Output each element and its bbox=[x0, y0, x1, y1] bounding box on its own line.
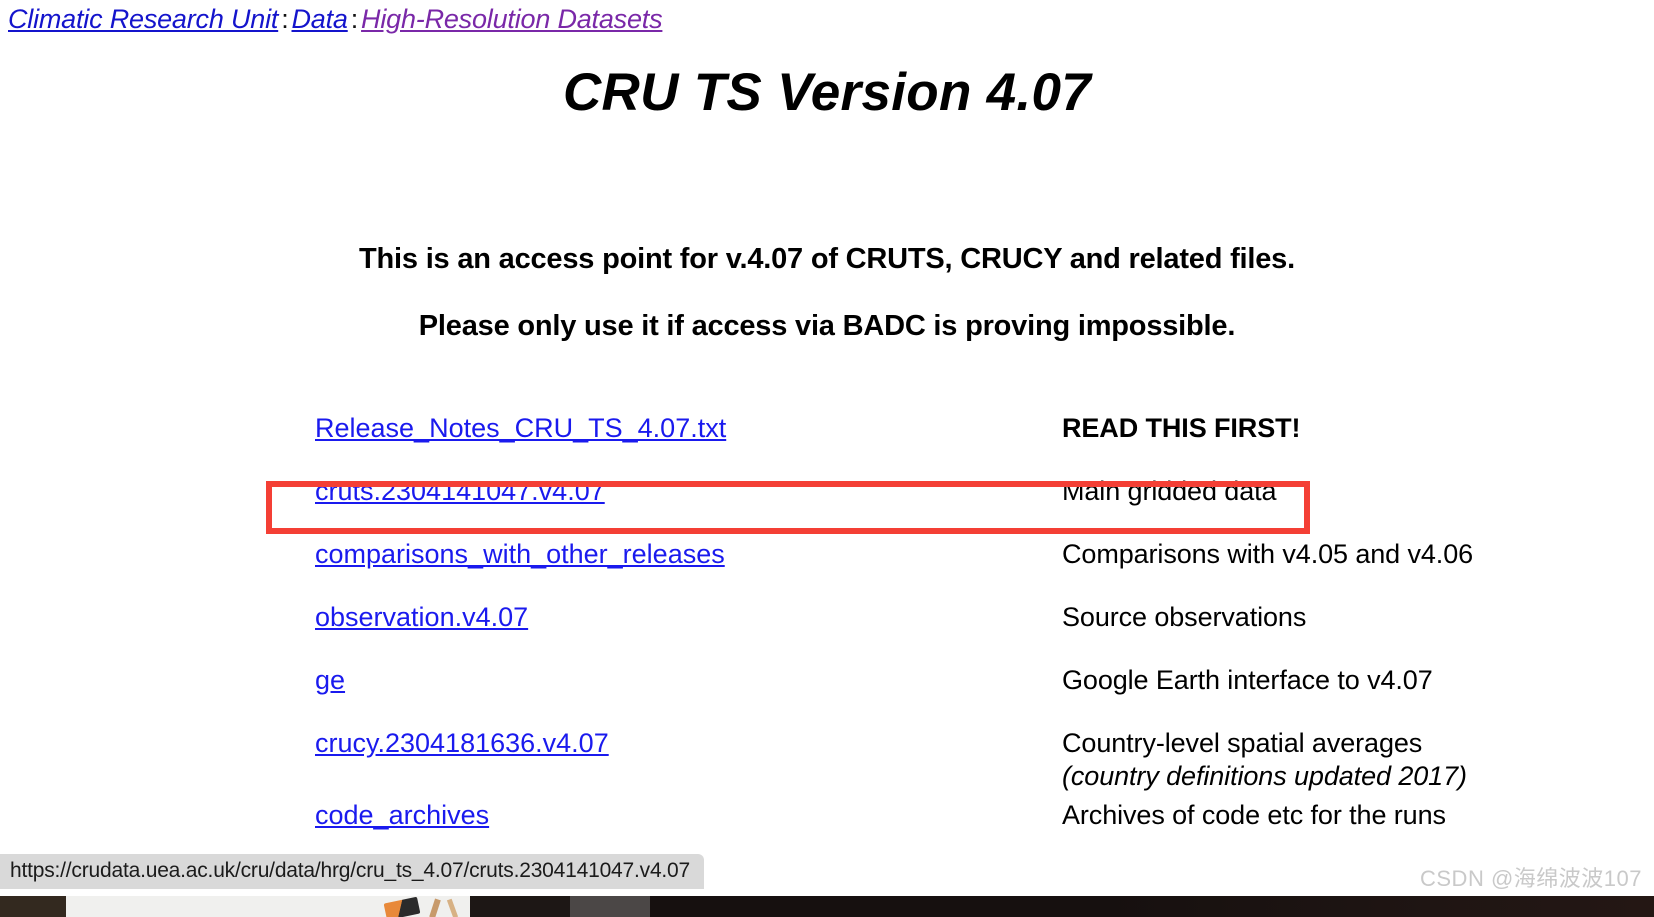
dataset-link-cell: code_archives bbox=[315, 800, 489, 831]
link-code-archives[interactable]: code_archives bbox=[315, 800, 489, 830]
taskbar-segment-gray[interactable] bbox=[570, 896, 650, 917]
dataset-link-cell: crucy.2304181636.v4.07 bbox=[315, 728, 609, 759]
dataset-link-table: Release_Notes_CRU_TS_4.07.txt READ THIS … bbox=[0, 413, 1654, 863]
dataset-link-cell: ge bbox=[315, 665, 345, 696]
table-row: observation.v4.07 Source observations bbox=[0, 602, 1654, 665]
link-cruts[interactable]: cruts.2304141047.v4.07 bbox=[315, 476, 605, 506]
link-crucy[interactable]: crucy.2304181636.v4.07 bbox=[315, 728, 609, 758]
dataset-link-cell: comparisons_with_other_releases bbox=[315, 539, 725, 570]
dataset-description: Country-level spatial averages (country … bbox=[1062, 728, 1467, 792]
taskbar-segment-dark-1 bbox=[470, 896, 570, 917]
link-release-notes[interactable]: Release_Notes_CRU_TS_4.07.txt bbox=[315, 413, 726, 443]
dataset-description: READ THIS FIRST! bbox=[1062, 413, 1301, 443]
dataset-description: Source observations bbox=[1062, 602, 1307, 632]
link-ge[interactable]: ge bbox=[315, 665, 345, 695]
breadcrumb-separator-2: : bbox=[350, 4, 359, 34]
breadcrumb-separator-1: : bbox=[281, 4, 289, 34]
dataset-description-main: Country-level spatial averages bbox=[1062, 728, 1423, 758]
taskbar-segment-right bbox=[1100, 896, 1654, 917]
dataset-link-cell: cruts.2304141047.v4.07 bbox=[315, 476, 605, 507]
dataset-description-note: (country definitions updated 2017) bbox=[1062, 761, 1467, 791]
intro-line-1: This is an access point for v.4.07 of CR… bbox=[359, 243, 1295, 275]
table-row: cruts.2304141047.v4.07 Main gridded data bbox=[0, 476, 1654, 539]
breadcrumb: Climatic Research Unit: Data: High-Resolut… bbox=[8, 4, 663, 35]
breadcrumb-link-high-resolution-datasets[interactable]: High-Resolution Datasets bbox=[361, 4, 663, 34]
taskbar-segment-left bbox=[0, 896, 66, 917]
link-comparisons[interactable]: comparisons_with_other_releases bbox=[315, 539, 725, 569]
table-row: Release_Notes_CRU_TS_4.07.txt READ THIS … bbox=[0, 413, 1654, 476]
table-row: ge Google Earth interface to v4.07 bbox=[0, 665, 1654, 728]
link-observation[interactable]: observation.v4.07 bbox=[315, 602, 528, 632]
dataset-description: Main gridded data bbox=[1062, 476, 1277, 506]
breadcrumb-link-data[interactable]: Data bbox=[292, 4, 348, 34]
breadcrumb-link-climatic-research-unit[interactable]: Climatic Research Unit bbox=[8, 4, 278, 34]
page-title: CRU TS Version 4.07 bbox=[562, 63, 1091, 122]
dataset-description: Archives of code etc for the runs bbox=[1062, 800, 1446, 830]
table-row: comparisons_with_other_releases Comparis… bbox=[0, 539, 1654, 602]
table-row: crucy.2304181636.v4.07 Country-level spa… bbox=[0, 728, 1654, 800]
intro-line-2: Please only use it if access via BADC is… bbox=[418, 310, 1236, 342]
dataset-link-cell: observation.v4.07 bbox=[315, 602, 528, 633]
dataset-link-cell: Release_Notes_CRU_TS_4.07.txt bbox=[315, 413, 726, 444]
csdn-watermark: CSDN @海绵波波107 bbox=[1420, 866, 1642, 891]
dataset-description: Google Earth interface to v4.07 bbox=[1062, 665, 1433, 695]
dataset-description: Comparisons with v4.05 and v4.06 bbox=[1062, 539, 1474, 569]
browser-status-bar-url: https://crudata.uea.ac.uk/cru/data/hrg/c… bbox=[0, 854, 705, 889]
taskbar-strip bbox=[0, 896, 1654, 917]
